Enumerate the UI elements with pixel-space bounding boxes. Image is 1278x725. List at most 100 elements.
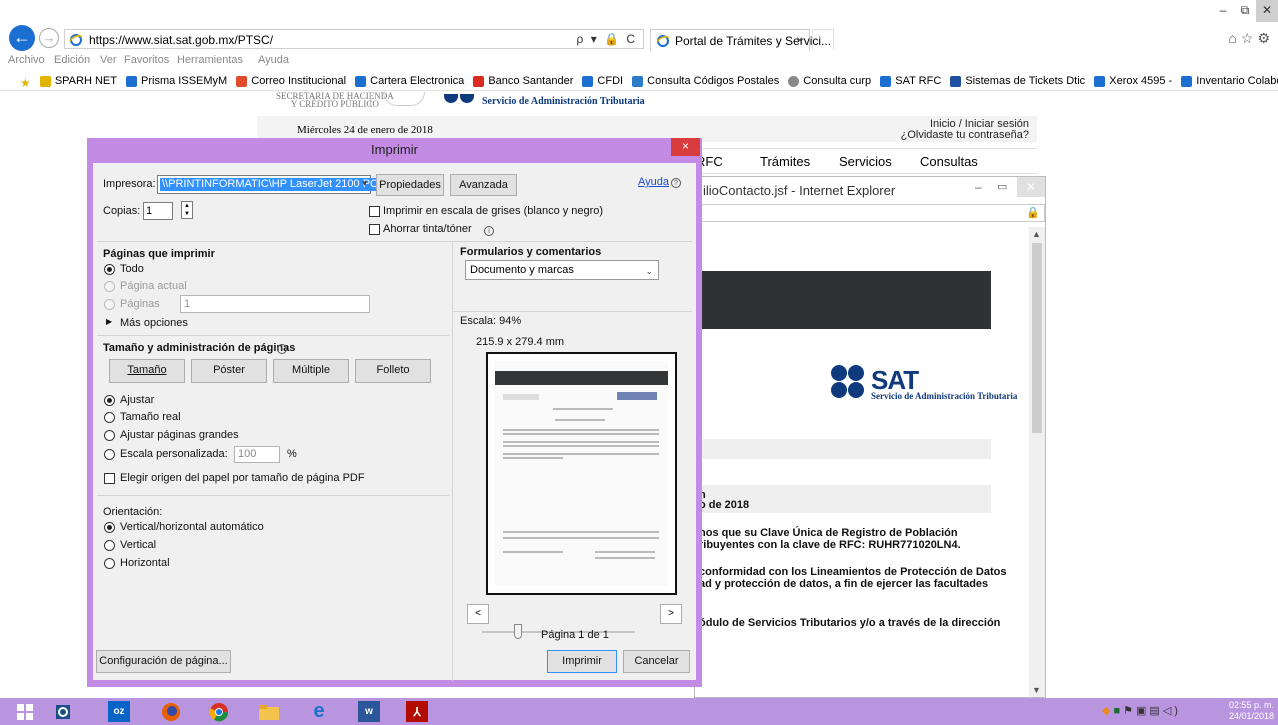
page-slider-thumb[interactable] bbox=[514, 624, 522, 639]
help-icon[interactable]: ? bbox=[671, 175, 681, 189]
word-icon[interactable]: w bbox=[358, 701, 380, 722]
gear-icon[interactable]: ⚙ bbox=[1257, 30, 1274, 46]
favorite-link[interactable]: Xerox 4595 - bbox=[1094, 71, 1172, 90]
nav-tramites[interactable]: Trámites bbox=[760, 154, 810, 169]
menu-archivo[interactable]: Archivo bbox=[8, 54, 45, 66]
page-setup-button[interactable]: Configuración de página... bbox=[96, 650, 231, 673]
popup-scrollbar[interactable]: ▲ ▼ bbox=[1029, 227, 1045, 697]
popup-close-button[interactable]: ✕ bbox=[1017, 177, 1045, 197]
custom-scale-input[interactable]: 100 bbox=[234, 446, 280, 463]
menu-herramientas[interactable]: Herramientas bbox=[177, 54, 243, 66]
taskbar-clock[interactable]: 02:55 p. m. 24/01/2018 bbox=[1229, 700, 1274, 722]
new-tab-button[interactable] bbox=[812, 29, 834, 50]
favorites-star-icon[interactable]: ★ bbox=[20, 73, 31, 91]
printer-select[interactable]: \\PRINTINFORMATIC\HP LaserJet 2100 PCL6 … bbox=[157, 175, 393, 194]
radio-portrait[interactable] bbox=[104, 540, 115, 551]
more-options-link[interactable]: Más opciones bbox=[120, 317, 188, 329]
back-button[interactable]: ← bbox=[9, 25, 35, 51]
favorite-link[interactable]: Banco Santander bbox=[473, 71, 573, 90]
close-button[interactable]: ✕ bbox=[1256, 0, 1278, 22]
save-ink-checkbox[interactable] bbox=[369, 224, 380, 235]
toolbar-icons[interactable]: ⌂☆⚙ bbox=[1228, 30, 1274, 47]
favorite-link[interactable]: SAT RFC bbox=[880, 71, 941, 90]
triangle-right-icon[interactable]: ▶ bbox=[106, 317, 112, 326]
pages-range-input[interactable]: 1 bbox=[180, 295, 370, 313]
popup-maximize-button[interactable]: ▭ bbox=[997, 180, 1007, 193]
favorite-link[interactable]: CFDI bbox=[582, 71, 623, 90]
media-player-icon[interactable] bbox=[52, 701, 74, 722]
info-icon[interactable]: i bbox=[484, 223, 494, 237]
radio-fit[interactable] bbox=[104, 395, 115, 406]
print-dialog-close-button[interactable]: × bbox=[671, 138, 700, 156]
wifi-icon[interactable]: ◆ bbox=[1102, 705, 1113, 717]
booklet-button[interactable]: Folleto bbox=[355, 359, 431, 383]
ie-popup-window[interactable]: ilioContacto.jsf - Internet Explorer – ▭… bbox=[694, 176, 1046, 698]
shield-icon[interactable]: ■ bbox=[1113, 705, 1123, 717]
menu-ayuda[interactable]: Ayuda bbox=[258, 54, 289, 66]
flag-icon[interactable]: ⚑ bbox=[1123, 705, 1136, 717]
tab-active[interactable]: Portal de Trámites y Servici... × bbox=[650, 29, 831, 51]
address-bar[interactable]: https://www.siat.sat.gob.mx/PTSC/ ρ ▾ 🔒 … bbox=[64, 29, 644, 49]
info-icon[interactable]: i bbox=[277, 341, 287, 355]
menu-edicion[interactable]: Edición bbox=[54, 54, 90, 66]
size-button[interactable]: Tamaño bbox=[109, 359, 185, 383]
file-explorer-icon[interactable] bbox=[258, 701, 280, 722]
forward-button[interactable]: → bbox=[39, 28, 59, 48]
favorite-link[interactable]: Sistemas de Tickets Dtic bbox=[950, 71, 1085, 90]
language-icon[interactable]: ▤ bbox=[1149, 705, 1162, 717]
help-link[interactable]: Ayuda bbox=[638, 176, 669, 188]
favorite-link[interactable]: Consulta Códigos Postales bbox=[632, 71, 779, 90]
radio-all[interactable] bbox=[104, 264, 115, 275]
next-page-button[interactable]: > bbox=[660, 604, 682, 624]
home-icon[interactable]: ⌂ bbox=[1228, 30, 1240, 46]
address-tools-icon[interactable]: ρ ▾ 🔒 C bbox=[577, 32, 637, 46]
volume-icon[interactable]: ◁) bbox=[1163, 705, 1181, 717]
chrome-icon[interactable] bbox=[208, 701, 230, 722]
forgot-password-link[interactable]: ¿Olvidaste tu contraseña? bbox=[901, 130, 1029, 141]
menu-ver[interactable]: Ver bbox=[100, 54, 117, 66]
radio-auto-orientation[interactable] bbox=[104, 522, 115, 533]
copies-stepper[interactable]: ▲ ▼ bbox=[181, 201, 193, 219]
restore-button[interactable]: ⧉ bbox=[1234, 0, 1256, 22]
properties-button[interactable]: Propiedades bbox=[376, 174, 444, 196]
scroll-thumb[interactable] bbox=[1032, 243, 1042, 433]
minimize-button[interactable]: – bbox=[1212, 0, 1234, 22]
internet-explorer-icon[interactable]: e bbox=[308, 700, 330, 722]
system-tray-icons[interactable]: ◆■⚑▣▤◁) bbox=[1102, 704, 1181, 717]
firefox-icon[interactable] bbox=[160, 701, 182, 722]
print-button[interactable]: Imprimir bbox=[547, 650, 617, 673]
radio-actual-size[interactable] bbox=[104, 412, 115, 423]
radio-custom-scale[interactable] bbox=[104, 449, 115, 460]
radio-pages[interactable] bbox=[104, 299, 115, 310]
scroll-up-icon[interactable]: ▲ bbox=[1032, 229, 1041, 239]
forms-comments-select[interactable]: Documento y marcas ⌄ bbox=[465, 260, 659, 280]
windows-start-icon[interactable] bbox=[14, 701, 36, 722]
favorite-link[interactable]: Correo Institucional bbox=[236, 71, 346, 90]
favorite-link[interactable]: Prisma ISSEMyM bbox=[126, 71, 227, 90]
favorite-link[interactable]: SPARH NET bbox=[39, 71, 117, 90]
tab-close-icon[interactable]: × bbox=[796, 33, 803, 47]
radio-landscape[interactable] bbox=[104, 558, 115, 569]
popup-address-bar[interactable]: 🔒 bbox=[695, 204, 1045, 222]
previous-page-button[interactable]: < bbox=[467, 604, 489, 624]
scroll-down-icon[interactable]: ▼ bbox=[1032, 685, 1041, 695]
nav-servicios[interactable]: Servicios bbox=[839, 154, 892, 169]
radio-current-page[interactable] bbox=[104, 281, 115, 292]
nav-consultas[interactable]: Consultas bbox=[920, 154, 978, 169]
copies-input[interactable]: 1 bbox=[143, 202, 173, 220]
favorite-link[interactable]: Inventario Colaboracion D... bbox=[1181, 71, 1278, 90]
favorite-link[interactable]: Consulta curp bbox=[788, 71, 871, 90]
network-icon[interactable]: ▣ bbox=[1136, 705, 1149, 717]
poster-button[interactable]: Póster bbox=[191, 359, 267, 383]
popup-minimize-button[interactable]: – bbox=[975, 180, 982, 194]
grayscale-checkbox[interactable] bbox=[369, 206, 380, 217]
advanced-button[interactable]: Avanzada bbox=[450, 174, 517, 196]
favorite-link[interactable]: Cartera Electronica bbox=[355, 71, 464, 90]
radio-shrink-large[interactable] bbox=[104, 430, 115, 441]
multiple-button[interactable]: Múltiple bbox=[273, 359, 349, 383]
favorites-star-icon[interactable]: ☆ bbox=[1241, 30, 1258, 46]
acrobat-icon[interactable]: ⅄ bbox=[406, 701, 428, 722]
pdf-paper-source-checkbox[interactable] bbox=[104, 473, 115, 484]
outlook-icon[interactable]: oz bbox=[108, 701, 130, 722]
menu-favoritos[interactable]: Favoritos bbox=[124, 54, 169, 66]
